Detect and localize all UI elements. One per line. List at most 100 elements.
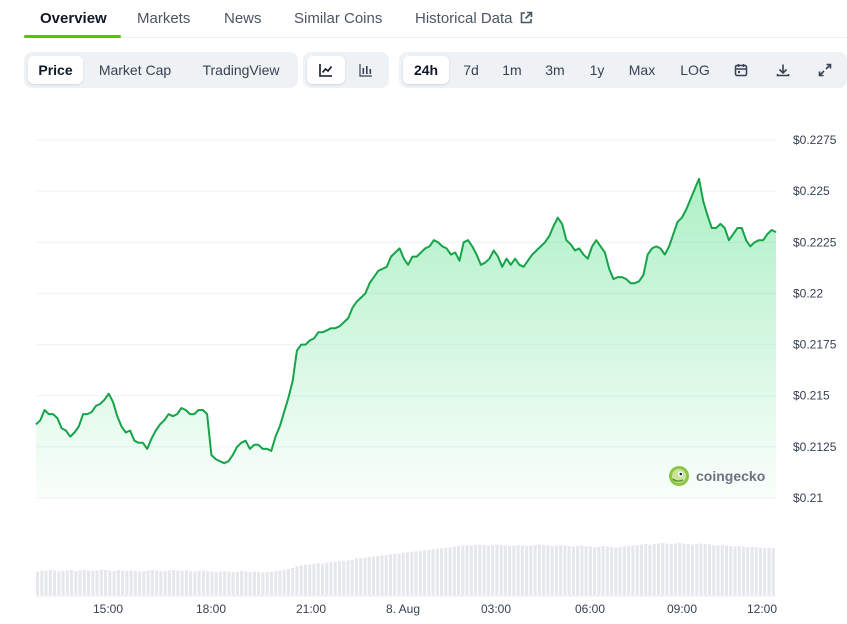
volume-bar [627,546,631,595]
volume-bar [410,551,414,595]
volume-bar [376,556,380,595]
volume-bar [240,571,244,595]
volume-bar [440,548,444,595]
volume-bar [146,570,150,595]
volume-bar [469,545,473,595]
volume-bar [295,566,299,595]
volume-bar [644,544,648,595]
volume-bar [384,555,388,595]
volume-bar [142,571,146,595]
volume-bar [261,572,265,595]
volume-bar [580,545,584,595]
x-tick-label: 09:00 [667,602,697,616]
volume-bar [40,570,44,595]
volume-bar [44,571,48,595]
volume-bar [665,543,669,595]
volume-bar [91,571,95,595]
volume-bar [308,564,312,595]
y-axis: $0.2275 $0.225 $0.2225 $0.22 $0.2175 $0.215 $0… [793,133,837,505]
volume-bar [631,545,635,595]
volume-bar [576,546,580,595]
volume-bar [474,545,478,595]
volume-bar [563,545,567,595]
volume-bar [363,557,367,595]
volume-bar [401,552,405,595]
volume-bar [95,570,99,595]
volume-bar [346,560,350,595]
volume-bar [771,548,775,595]
volume-bar [767,547,771,595]
volume-bar [554,545,558,595]
price-chart[interactable]: $0.2275 $0.225 $0.2225 $0.22 $0.2175 $0.215 $0… [0,0,847,624]
volume-bar [48,570,52,595]
volume-bar [150,570,154,595]
volume-bar [720,545,724,595]
volume-bar [291,568,295,595]
volume-bar [686,544,690,595]
volume-bar [656,543,660,595]
volume-bar [163,571,167,595]
volume-bar [614,547,618,595]
volume-bar [74,571,78,595]
volume-bar [742,546,746,595]
volume-bar [478,544,482,595]
volume-bar [486,545,490,595]
watermark-text: coingecko [696,468,766,484]
volume-bar [588,546,592,595]
volume-bar [482,545,486,595]
volume-bar [695,544,699,595]
volume-bar [452,546,456,595]
price-area-fill [36,178,776,498]
y-tick-label: $0.2175 [793,338,837,352]
volume-bar [533,545,537,595]
volume-bar [597,546,601,595]
volume-bar [278,570,282,595]
coingecko-watermark: coingecko [668,464,765,488]
volume-bar [673,543,677,595]
volume-bar [448,547,452,595]
x-tick-label: 15:00 [93,602,123,616]
volume-bar [193,571,197,595]
volume-bar [508,546,512,595]
volume-bar [252,571,256,595]
volume-bar [214,572,218,595]
volume-bar [312,563,316,595]
volume-bar [593,547,597,595]
volume-bar [121,570,125,595]
volume-bar [299,565,303,595]
volume-bar [635,545,639,595]
y-tick-label: $0.21 [793,491,823,505]
y-tick-label: $0.2225 [793,235,837,249]
volume-bar [516,545,520,595]
volume-bar [495,544,499,595]
x-tick-label: 8. Aug [386,602,420,616]
volume-bar [491,545,495,595]
volume-bar [444,547,448,595]
volume-bar [499,545,503,595]
volume-bar [457,546,461,595]
volume-bar [167,570,171,595]
volume-bar [418,550,422,595]
volume-bar [189,571,193,595]
volume-bar [201,570,205,595]
volume-bar [303,564,307,595]
volume-bar [329,562,333,595]
volume-bar [244,571,248,595]
y-tick-label: $0.2275 [793,133,837,147]
volume-bar [512,545,516,595]
x-tick-label: 06:00 [575,602,605,616]
volume-bar [520,545,524,595]
volume-bar [223,571,227,595]
volume-bar [546,545,550,595]
volume-bar [257,572,261,595]
x-axis: 15:00 18:00 21:00 8. Aug 03:00 06:00 09:00 12:0… [93,602,777,616]
volume-bar [559,545,563,595]
volume-bar [112,571,116,595]
volume-bar [746,547,750,595]
volume-bar [227,571,231,595]
volume-bar [159,571,163,595]
volume-bar [605,546,609,595]
volume-bar [274,571,278,595]
volume-bar [690,544,694,595]
volume-bar [737,546,741,595]
